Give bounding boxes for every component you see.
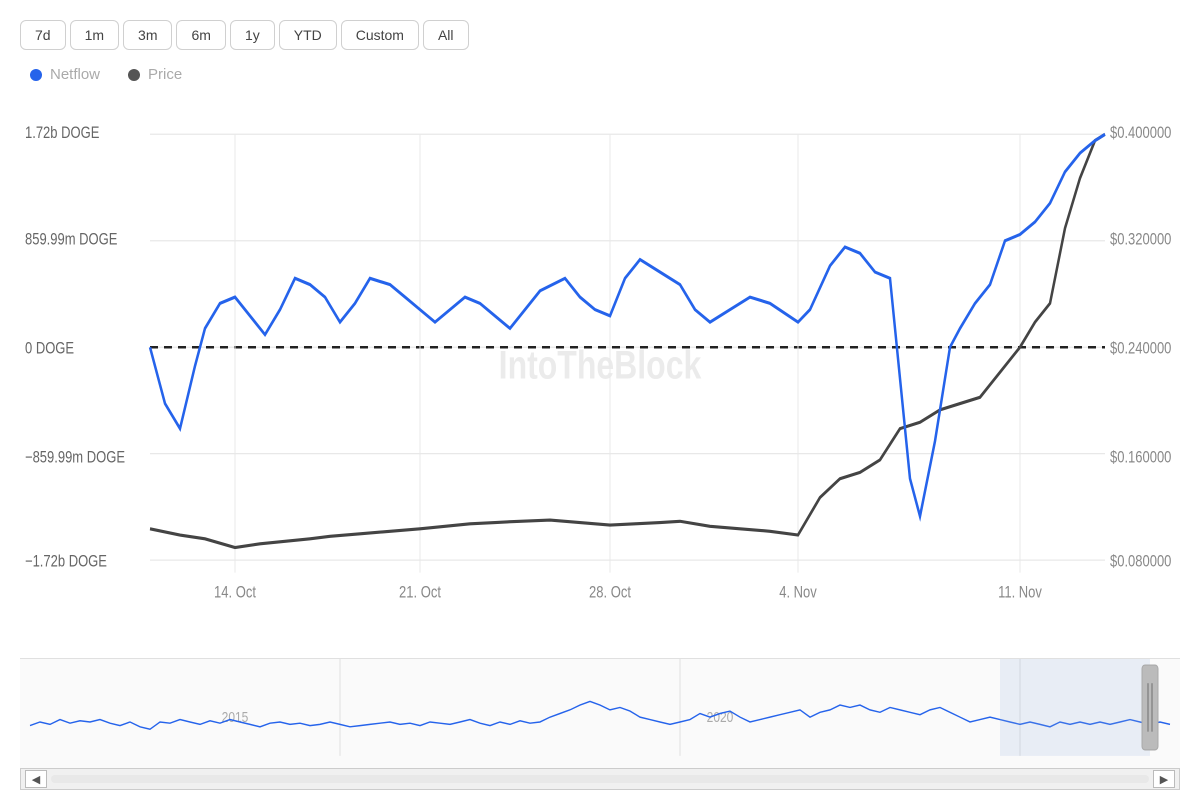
btn-all[interactable]: All: [423, 20, 469, 50]
btn-7d[interactable]: 7d: [20, 20, 66, 50]
price-dot: [128, 69, 140, 81]
x-label-2: 28. Oct: [589, 584, 631, 602]
legend-price: Price: [128, 66, 182, 83]
main-container: 7d 1m 3m 6m 1y YTD Custom All Netflow Pr…: [0, 0, 1200, 800]
price-line: [150, 134, 1105, 547]
y-right-2: $0.240000: [1110, 340, 1171, 358]
time-range-toolbar: 7d 1m 3m 6m 1y YTD Custom All: [20, 20, 1180, 50]
scroll-right-arrow[interactable]: ▶: [1153, 770, 1175, 788]
y-right-1: $0.320000: [1110, 231, 1171, 249]
watermark: IntoTheBlock: [499, 342, 702, 387]
navigator-svg: 2015 2020: [20, 659, 1180, 768]
y-label-0: 1.72b DOGE: [25, 125, 100, 143]
y-right-3: $0.160000: [1110, 449, 1171, 467]
scroll-bar: ◀ ▶: [20, 768, 1180, 790]
y-label-2: 0 DOGE: [25, 340, 74, 358]
navigator-handle[interactable]: [1142, 665, 1158, 750]
netflow-dot: [30, 69, 42, 81]
price-label: Price: [148, 66, 182, 83]
y-label-1: 859.99m DOGE: [25, 231, 118, 249]
netflow-label: Netflow: [50, 66, 100, 83]
main-chart-area: 1.72b DOGE 859.99m DOGE 0 DOGE −859.99m …: [20, 103, 1180, 654]
navigator-area: 2015 2020: [20, 658, 1180, 768]
main-chart-svg: 1.72b DOGE 859.99m DOGE 0 DOGE −859.99m …: [20, 103, 1180, 654]
chart-legend: Netflow Price: [30, 66, 1180, 83]
btn-custom[interactable]: Custom: [341, 20, 419, 50]
btn-1m[interactable]: 1m: [70, 20, 119, 50]
scroll-track[interactable]: [51, 775, 1149, 783]
legend-netflow: Netflow: [30, 66, 100, 83]
btn-3m[interactable]: 3m: [123, 20, 172, 50]
btn-ytd[interactable]: YTD: [279, 20, 337, 50]
y-right-0: $0.400000: [1110, 125, 1171, 143]
x-label-4: 11. Nov: [998, 584, 1042, 602]
x-label-0: 14. Oct: [214, 584, 256, 602]
chart-wrapper: 1.72b DOGE 859.99m DOGE 0 DOGE −859.99m …: [20, 103, 1180, 790]
y-label-3: −859.99m DOGE: [25, 449, 125, 467]
btn-6m[interactable]: 6m: [176, 20, 225, 50]
netflow-line: [150, 134, 1105, 516]
x-label-1: 21. Oct: [399, 584, 441, 602]
y-label-4: −1.72b DOGE: [25, 553, 107, 571]
btn-1y[interactable]: 1y: [230, 20, 275, 50]
y-right-4: $0.080000: [1110, 553, 1171, 571]
scroll-left-arrow[interactable]: ◀: [25, 770, 47, 788]
x-label-3: 4. Nov: [779, 584, 817, 602]
